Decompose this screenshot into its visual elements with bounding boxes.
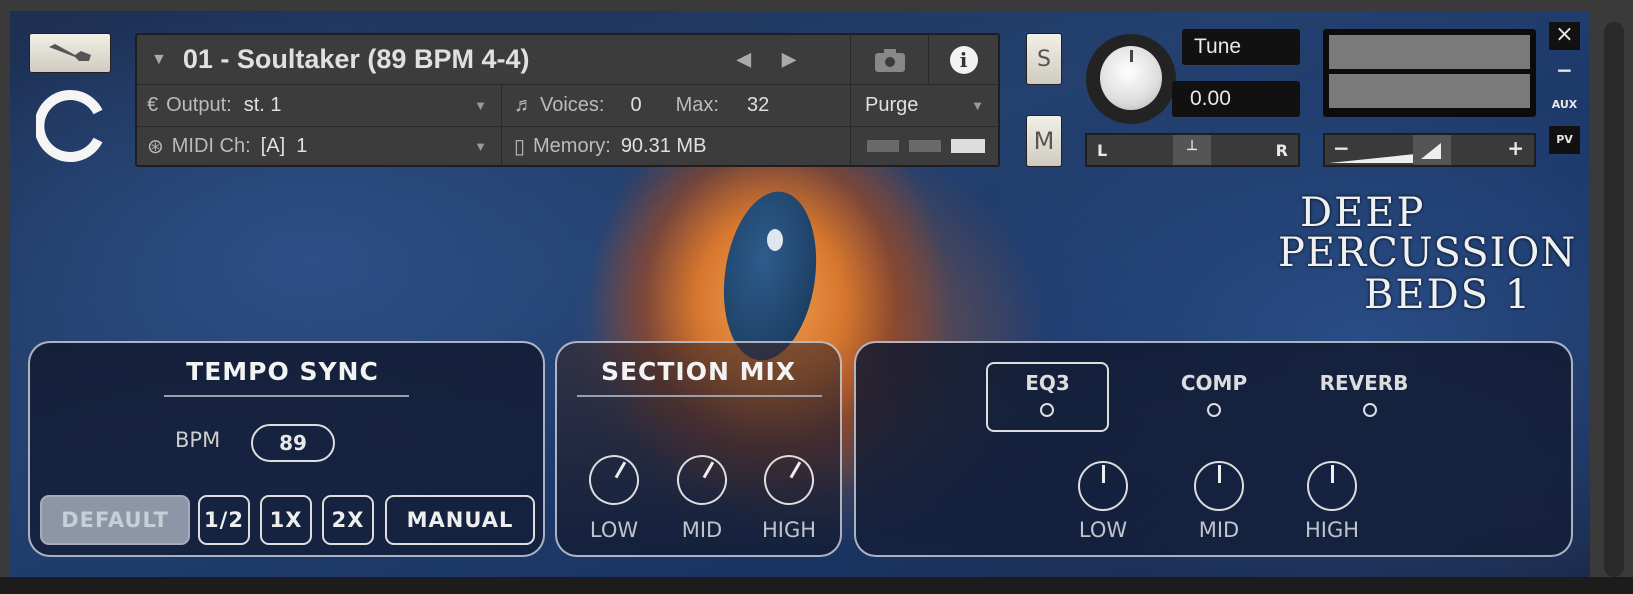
max-label: Max: [675, 94, 719, 116]
eq-mid-label: MID [1198, 518, 1240, 542]
output-icon: € [147, 94, 159, 116]
section-mix-panel: SECTION MIX LOW MID HIGH [555, 341, 842, 557]
logo-line2: PERCUSSION [1278, 230, 1577, 276]
dropdown-icon: ▼ [151, 50, 167, 68]
purge-label: Purge [865, 94, 919, 116]
mute-label: M [1033, 127, 1055, 155]
section-mid-knob[interactable] [667, 445, 737, 515]
midi-icon: ⊛ [147, 135, 164, 158]
preset-name: 01 - Soultaker (89 BPM 4-4) [182, 44, 530, 74]
volume-handle[interactable] [1413, 135, 1451, 165]
memory-label: Memory: [533, 134, 611, 157]
voices-label: Voices: [540, 94, 605, 116]
memory-icon: ▯ [514, 135, 526, 158]
dropdown-icon: ▼ [474, 138, 487, 154]
tempo-sync-title: TEMPO SYNC [186, 357, 379, 386]
minimize-button[interactable]: − [1549, 58, 1580, 86]
eq3-led [1040, 403, 1054, 417]
divider [577, 395, 822, 397]
snapshot-button[interactable] [851, 35, 929, 85]
tune-value[interactable]: 0.00 [1172, 81, 1300, 117]
tempo-sync-panel: TEMPO SYNC BPM 89 DEFAULT 1/2 1X 2X MANU… [28, 341, 545, 557]
section-mix-title: SECTION MIX [600, 357, 797, 386]
pan-slider[interactable]: L ┴ R [1085, 133, 1300, 167]
max-voices-value[interactable]: 32 [747, 94, 769, 117]
tempo-2x-button[interactable]: 2X [322, 495, 374, 545]
eq-high-knob[interactable] [1307, 461, 1357, 511]
solo-button[interactable]: S [1026, 33, 1062, 85]
voices-display: ♬ Voices: 0 Max: 32 [502, 85, 851, 127]
tempo-default-button[interactable]: DEFAULT [40, 495, 190, 545]
tempo-manual-button[interactable]: MANUAL [385, 495, 535, 545]
voices-value: 0 [630, 94, 642, 116]
midi-label: MIDI Ch: [171, 134, 251, 157]
preset-selector[interactable]: ▼ 01 - Soultaker (89 BPM 4-4) ◀ ▶ [137, 35, 851, 85]
memory-value: 90.31 MB [620, 134, 707, 157]
info-icon: i [949, 45, 978, 74]
settings-wrench-button[interactable] [29, 33, 111, 73]
level-meter [1323, 29, 1536, 117]
section-high-label: HIGH [761, 518, 817, 542]
volume-minus-label: − [1333, 136, 1350, 160]
eq-low-knob[interactable] [1078, 461, 1128, 511]
section-mid-label: MID [681, 518, 723, 542]
section-low-knob[interactable] [579, 445, 649, 515]
pan-right-label: R [1275, 141, 1288, 160]
divider [164, 395, 409, 397]
bottom-strip [0, 577, 1633, 594]
purge-indicators [851, 127, 998, 165]
output-selector[interactable]: € Output: st. 1 ▼ [137, 85, 502, 127]
wrench-icon [49, 44, 91, 61]
tune-label: Tune [1182, 29, 1300, 65]
bpm-field[interactable]: 89 [251, 424, 335, 462]
dropdown-icon: ▼ [971, 98, 984, 113]
instrument-header: ▼ 01 - Soultaker (89 BPM 4-4) ◀ ▶ i € Ou… [135, 33, 1000, 167]
voices-icon: ♬ [514, 94, 534, 116]
fx-tab-eq3-label: EQ3 [1025, 371, 1070, 395]
output-label: Output: [166, 94, 232, 116]
aux-button[interactable]: AUX [1549, 94, 1580, 116]
info-button[interactable]: i [929, 35, 998, 85]
fx-tab-comp[interactable]: COMP [1154, 371, 1274, 395]
fx-tab-reverb[interactable]: REVERB [1304, 371, 1424, 395]
bpm-label: BPM [175, 428, 221, 452]
pan-left-label: L [1097, 141, 1108, 160]
eq-mid-knob[interactable] [1194, 461, 1244, 511]
meter-left [1329, 35, 1530, 69]
volume-slider[interactable]: − + [1323, 133, 1536, 167]
tempo-1x-button[interactable]: 1X [260, 495, 312, 545]
eq-high-label: HIGH [1304, 518, 1360, 542]
next-preset-icon[interactable]: ▶ [782, 49, 796, 70]
dropdown-icon: ▼ [474, 98, 487, 113]
purge-menu[interactable]: Purge ▼ [851, 85, 998, 127]
prev-preset-icon[interactable]: ◀ [737, 49, 751, 70]
fx-panel: EQ3 COMP REVERB LOW MID HIGH [854, 341, 1573, 557]
logo-line3: BEDS 1 [1364, 272, 1533, 318]
meter-right [1329, 74, 1530, 108]
mute-button[interactable]: M [1026, 115, 1062, 167]
close-button[interactable]: × [1549, 22, 1580, 50]
loading-spinner-icon [36, 90, 103, 162]
output-value: st. 1 [243, 94, 282, 116]
camera-icon [874, 48, 905, 72]
midi-value: [A] 1 [260, 134, 308, 157]
memory-display: ▯ Memory: 90.31 MB [502, 127, 851, 165]
volume-plus-label: + [1507, 136, 1524, 160]
artwork-eye [713, 185, 827, 367]
eq-low-label: LOW [1078, 518, 1128, 542]
comp-led [1207, 403, 1221, 417]
pv-button[interactable]: PV [1549, 126, 1580, 154]
solo-label: S [1037, 46, 1051, 72]
section-high-knob[interactable] [754, 445, 824, 515]
scrollbar[interactable] [1604, 22, 1624, 577]
section-low-label: LOW [589, 518, 639, 542]
midi-channel-selector[interactable]: ⊛ MIDI Ch: [A] 1 ▼ [137, 127, 502, 165]
artwork-glint [767, 229, 783, 251]
pan-handle[interactable]: ┴ [1173, 135, 1211, 165]
tempo-half-button[interactable]: 1/2 [198, 495, 250, 545]
tune-knob[interactable] [1086, 34, 1176, 124]
reverb-led [1363, 403, 1377, 417]
